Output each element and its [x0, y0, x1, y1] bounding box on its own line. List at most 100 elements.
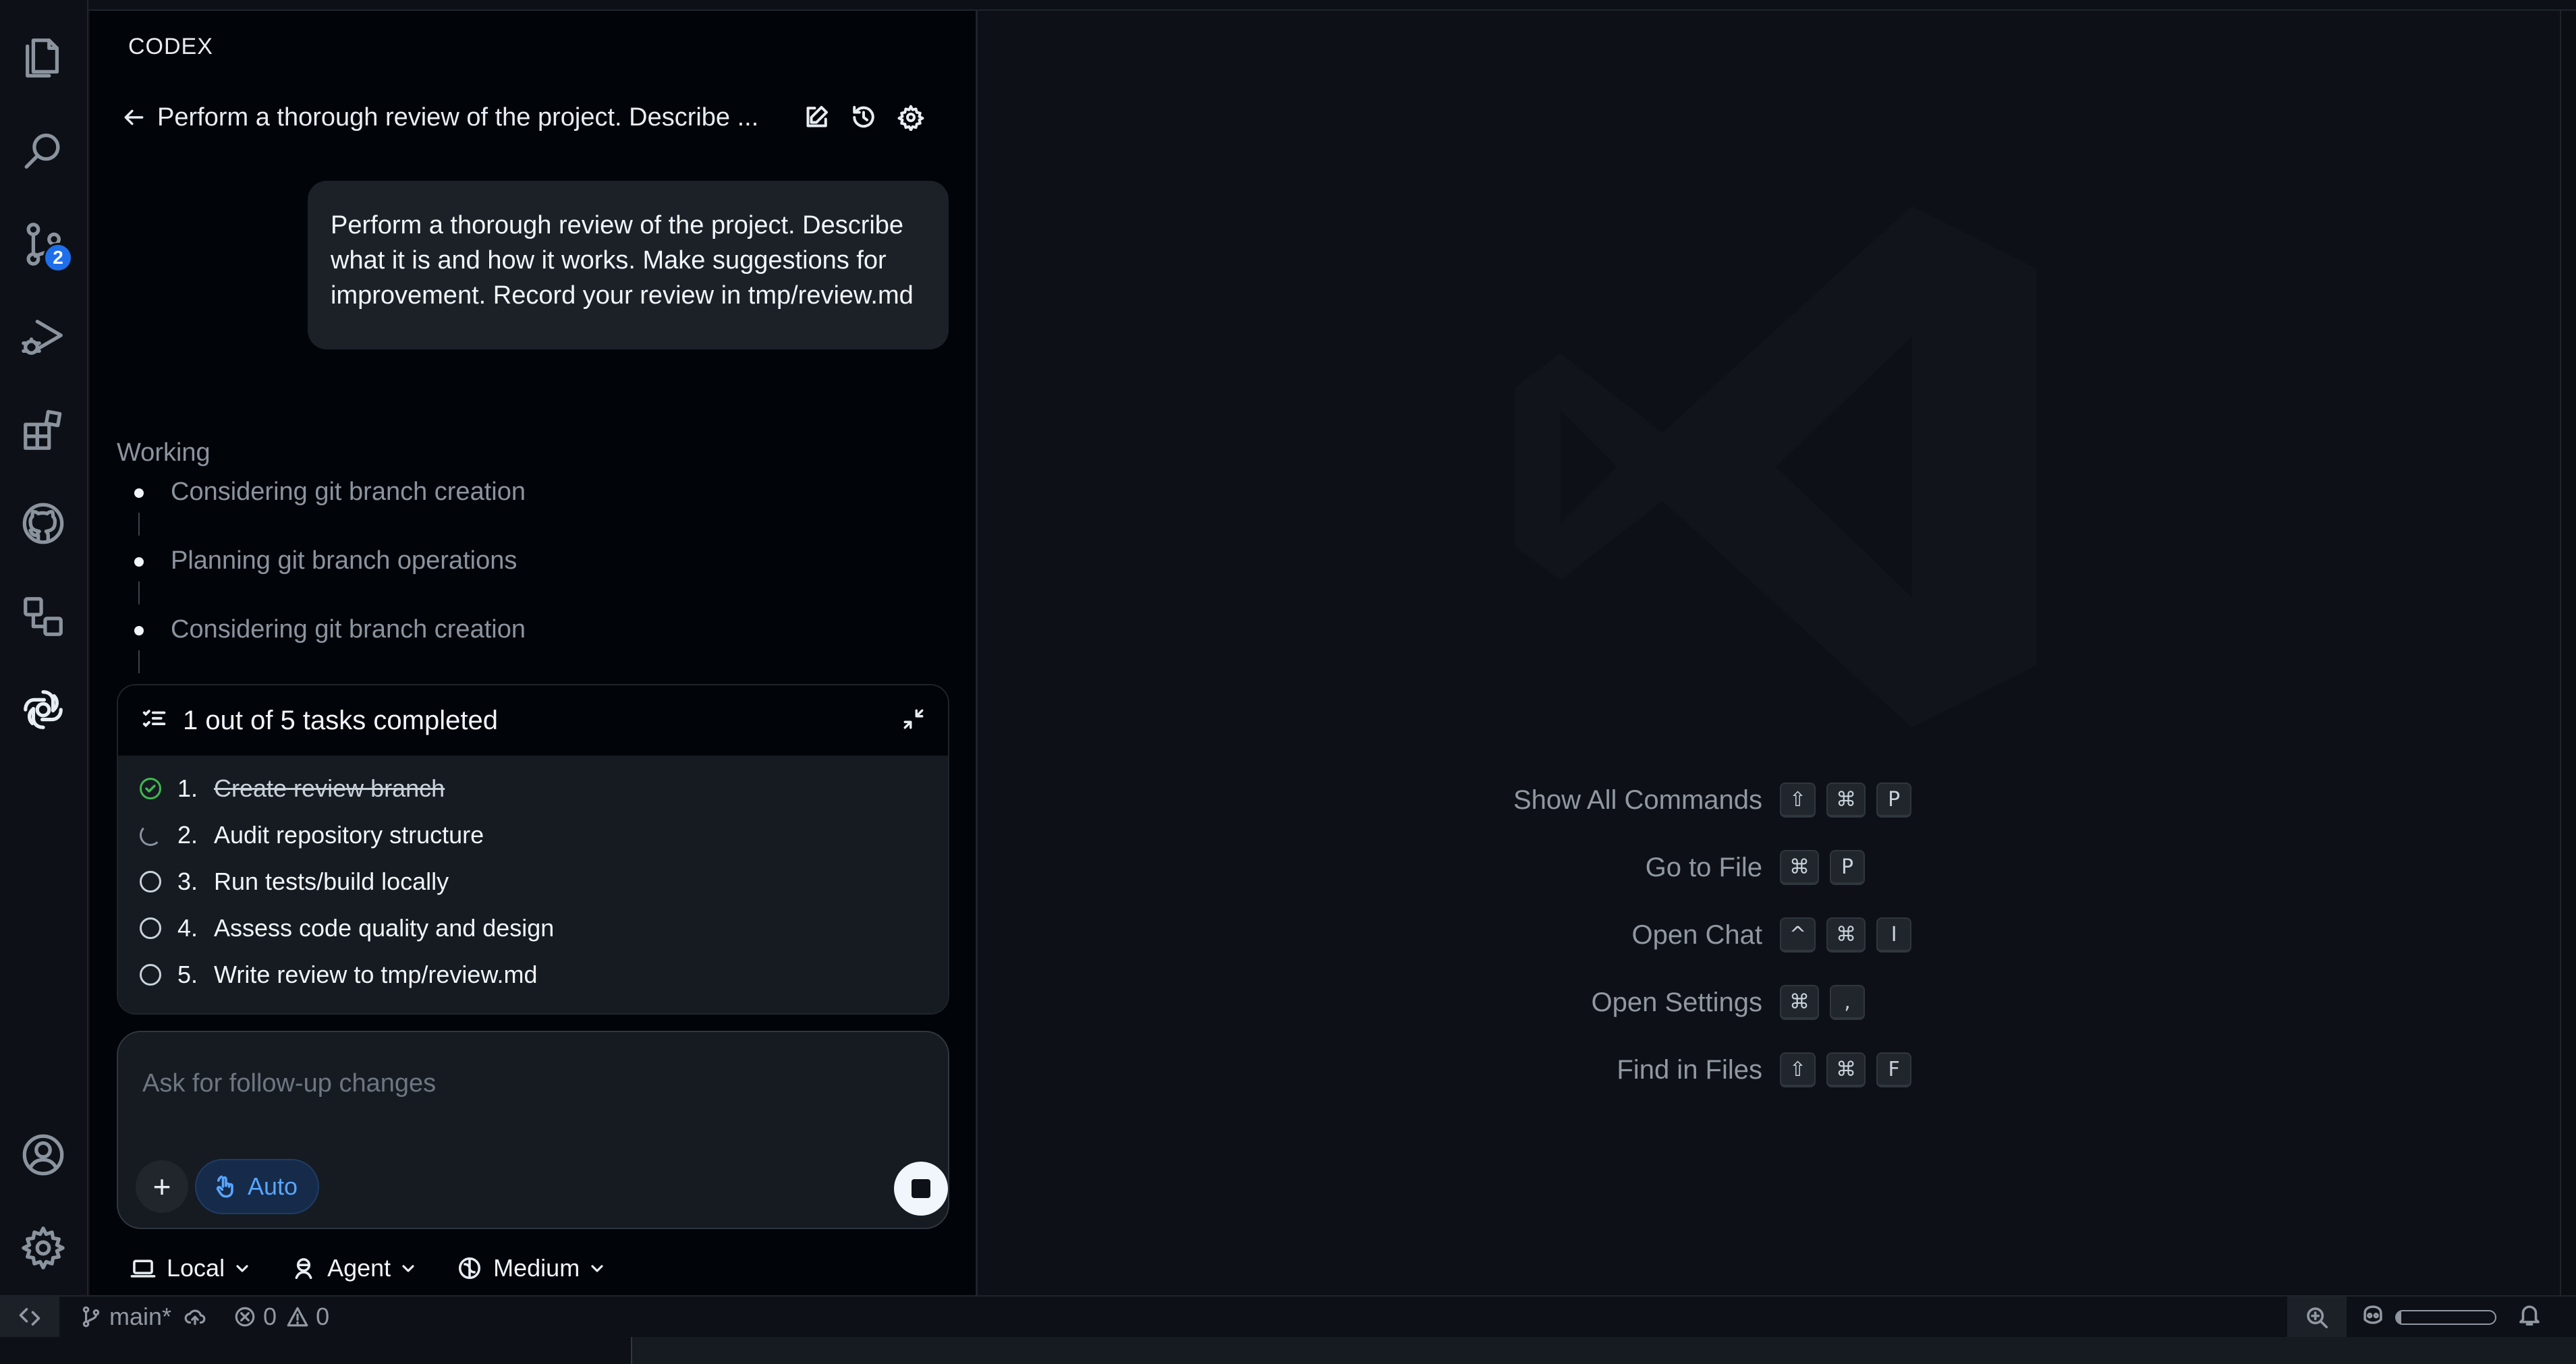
task-list-header[interactable]: 1 out of 5 tasks completed: [118, 685, 948, 756]
history-button[interactable]: [841, 95, 886, 140]
task-number: 4.: [177, 913, 198, 942]
step-bullet: [134, 488, 144, 498]
right-panel-edge: [2560, 11, 2576, 1295]
auto-mode-label: Auto: [248, 1172, 298, 1200]
task-text: Assess code quality and design: [214, 913, 555, 942]
openai-icon: [24, 690, 63, 729]
shortcut-row: Open Settings ⌘ ,: [1384, 982, 2059, 1023]
brain-icon: [459, 1257, 481, 1280]
notifications-button[interactable]: [2517, 1302, 2542, 1334]
branch-indicator[interactable]: main*: [80, 1303, 171, 1331]
codex-panel: CODEX Perform a thorough review of the p…: [90, 11, 978, 1295]
spinner-icon: [140, 824, 161, 846]
key-cap: ⌘: [1780, 850, 1819, 885]
agent-dropdown[interactable]: Agent: [291, 1254, 416, 1282]
extensions-button[interactable]: [16, 403, 70, 457]
stop-icon: [912, 1179, 930, 1198]
bottom-strip: [0, 1337, 2576, 1364]
github-button[interactable]: [16, 496, 70, 550]
key-cap: ⌘: [1826, 917, 1866, 953]
task-item: 5. Write review to tmp/review.md: [118, 951, 948, 998]
problems-indicator[interactable]: 0 0: [233, 1303, 329, 1331]
step-connector: [138, 513, 140, 536]
zoom-button[interactable]: [2287, 1297, 2347, 1338]
follow-up-input[interactable]: [142, 1063, 918, 1104]
source-control-badge: 2: [43, 243, 73, 273]
search-icon: [24, 134, 60, 169]
checklist-icon: [141, 706, 167, 735]
hand-pointer-icon: [216, 1175, 233, 1198]
shortcut-row: Show All Commands ⇧ ⌘ P: [1384, 780, 2059, 820]
github-icon: [22, 503, 64, 544]
step-item: Considering git branch creation: [171, 478, 526, 506]
environment-dropdown[interactable]: Local: [130, 1254, 250, 1282]
circle-icon: [140, 917, 161, 939]
accounts-button[interactable]: [16, 1128, 70, 1182]
step-connector: [138, 581, 140, 604]
task-text: Write review to tmp/review.md: [214, 960, 538, 988]
shortcut-keys: ⌘ P: [1780, 850, 1876, 885]
extensions-icon: [24, 409, 62, 450]
new-thread-button[interactable]: [794, 95, 839, 140]
task-item: 2. Audit repository structure: [118, 812, 948, 858]
task-list: 1. Create review branch 2. Audit reposit…: [118, 756, 948, 1013]
underlying-window-peek: [631, 1337, 2576, 1364]
shortcut-row: Open Chat ^ ⌘ I: [1384, 915, 2059, 955]
key-cap: ⇧: [1780, 783, 1816, 818]
manage-button[interactable]: [16, 1221, 70, 1275]
shortcut-keys: ⇧ ⌘ F: [1780, 1052, 1922, 1087]
thread-header: Perform a thorough review of the project…: [117, 90, 960, 144]
sync-button[interactable]: [184, 1305, 213, 1328]
progress-fill: [2397, 1311, 2402, 1324]
stop-button[interactable]: [894, 1162, 948, 1216]
key-cap: P: [1876, 783, 1912, 818]
codex-button[interactable]: [16, 683, 70, 737]
composer: + Auto: [117, 1031, 949, 1229]
explorer-button[interactable]: [16, 31, 70, 85]
branch-name: main*: [109, 1303, 172, 1330]
key-cap: F: [1876, 1052, 1912, 1087]
history-icon: [853, 106, 874, 128]
shortcut-keys: ⌘ ,: [1780, 985, 1876, 1020]
shortcut-row: Go to File ⌘ P: [1384, 847, 2059, 888]
task-number: 3.: [177, 867, 198, 895]
thread-title: Perform a thorough review of the project…: [157, 103, 759, 132]
progress-bar: [2395, 1310, 2496, 1325]
circle-icon: [140, 870, 161, 892]
source-control-button[interactable]: 2: [16, 217, 73, 273]
key-cap: P: [1830, 850, 1865, 885]
vscode-logo-watermark: [1515, 206, 2037, 728]
gear-icon: [22, 1226, 65, 1270]
back-button[interactable]: [117, 97, 150, 138]
laptop-icon: [130, 1259, 156, 1278]
check-circle-icon: [140, 777, 161, 799]
zoom-in-icon: [2307, 1307, 2328, 1329]
add-context-button[interactable]: +: [136, 1160, 188, 1213]
auto-mode-button[interactable]: Auto: [195, 1159, 320, 1214]
edit-icon: [806, 106, 828, 127]
step-connector: [138, 650, 140, 673]
remote-explorer-button[interactable]: [16, 590, 70, 644]
reasoning-dropdown[interactable]: Medium: [457, 1254, 605, 1282]
working-label: Working: [117, 438, 211, 467]
settings-button[interactable]: [889, 95, 933, 140]
agent-label: Agent: [327, 1254, 391, 1282]
key-cap: ⌘: [1826, 783, 1866, 818]
error-icon: [235, 1307, 255, 1327]
task-text: Audit repository structure: [214, 820, 484, 849]
task-number: 2.: [177, 820, 198, 849]
copilot-icon: [2363, 1305, 2382, 1324]
search-button[interactable]: [16, 124, 70, 178]
circle-icon: [140, 963, 161, 986]
step-bullet: [134, 626, 144, 635]
files-icon: [26, 38, 59, 78]
remote-indicator-button[interactable]: [0, 1296, 59, 1338]
status-bar: main* 0 0: [0, 1295, 2576, 1338]
collapse-icon[interactable]: [902, 708, 925, 734]
copilot-button[interactable]: [2360, 1302, 2386, 1334]
run-debug-button[interactable]: [16, 310, 70, 364]
git-branch-icon: [82, 1306, 100, 1328]
task-item: 3. Run tests/build locally: [118, 858, 948, 905]
step-bullet: [134, 557, 144, 567]
key-cap: ⌘: [1826, 1052, 1866, 1087]
